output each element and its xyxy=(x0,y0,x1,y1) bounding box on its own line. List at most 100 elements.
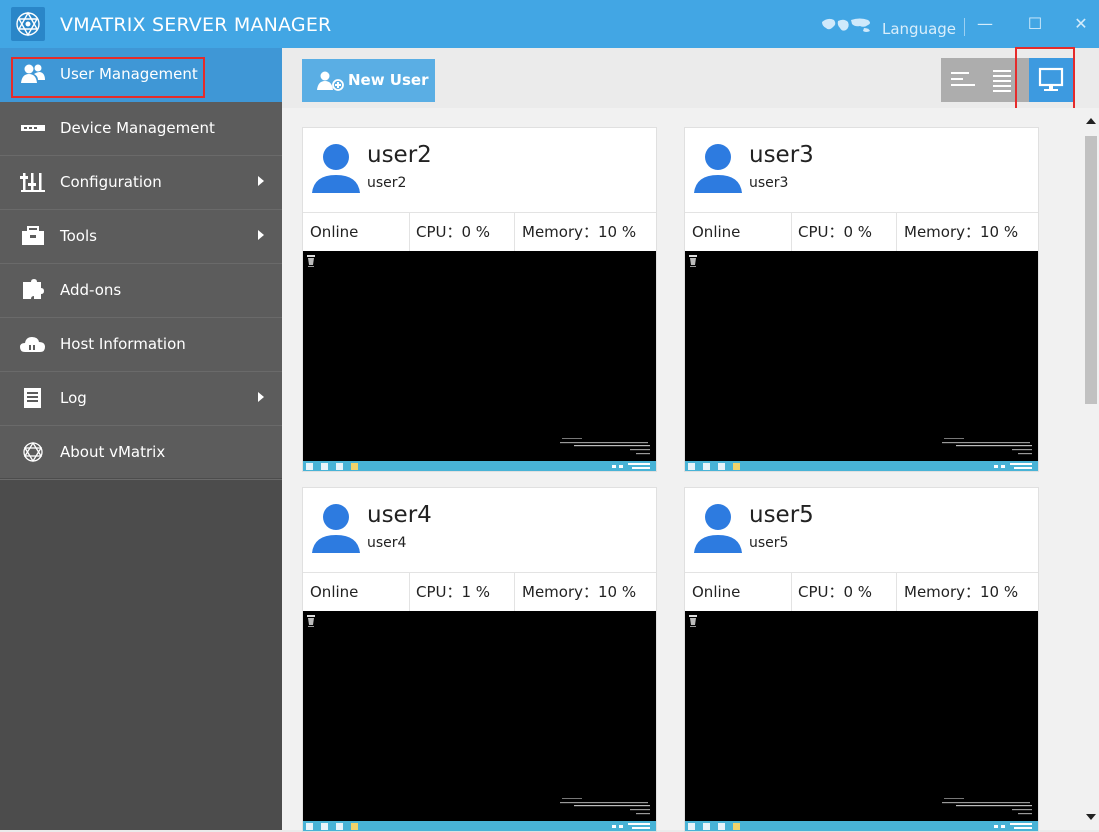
memory-value: 10 % xyxy=(598,583,637,601)
user-card-user5[interactable]: user5 user5 Online CPU：0 % Memory：10 % xyxy=(684,487,1039,832)
list-view-button[interactable] xyxy=(941,58,985,102)
sliders-icon xyxy=(20,173,45,192)
chevron-right-icon xyxy=(258,176,264,186)
recycle-bin-icon xyxy=(689,615,697,627)
start-icon xyxy=(306,463,313,470)
stats-divider xyxy=(791,213,792,251)
sidebar-item-host-information[interactable]: Host Information xyxy=(0,318,282,372)
taskbar-app-icon xyxy=(321,463,328,470)
memory-label: Memory： xyxy=(904,223,981,241)
remote-screen-thumbnail[interactable] xyxy=(685,611,1038,831)
device-icon xyxy=(21,125,45,131)
status-text: Online xyxy=(310,583,359,601)
sidebar-item-about-vmatrix[interactable]: About vMatrix xyxy=(0,426,282,480)
cpu-value: 0 % xyxy=(843,583,873,601)
sidebar-item-configuration[interactable]: Configuration xyxy=(0,156,282,210)
cloud-icon xyxy=(20,337,45,352)
cpu-value: 0 % xyxy=(461,223,491,241)
stats-divider xyxy=(409,213,410,251)
scrollbar-thumb[interactable] xyxy=(1085,136,1097,404)
close-button[interactable]: ✕ xyxy=(1068,12,1094,36)
scroll-up-arrow-icon[interactable] xyxy=(1086,118,1096,124)
taskbar-app-icon xyxy=(321,823,328,830)
sidebar: User Management Device Management Config… xyxy=(0,48,282,830)
scroll-down-arrow-icon[interactable] xyxy=(1086,814,1096,820)
scrollbar[interactable] xyxy=(1082,112,1099,830)
recycle-bin-icon xyxy=(307,615,315,627)
language-selector[interactable]: Language xyxy=(882,20,956,38)
desktop-watermark xyxy=(560,438,650,455)
sidebar-item-label: Log xyxy=(60,389,87,407)
system-tray xyxy=(994,463,1032,469)
cpu-value: 1 % xyxy=(461,583,491,601)
user-card-user3[interactable]: user3 user3 Online CPU：0 % Memory：10 % xyxy=(684,127,1039,472)
taskbar-app-icon xyxy=(718,463,725,470)
user-account: user2 xyxy=(367,175,407,191)
user-avatar-icon xyxy=(694,144,742,193)
cpu-stat: CPU：0 % xyxy=(798,213,872,251)
memory-label: Memory： xyxy=(522,583,599,601)
taskbar-app-icon xyxy=(336,463,343,470)
taskbar-app-icon xyxy=(703,823,710,830)
user-stats: Online CPU：0 % Memory：10 % xyxy=(685,212,1038,251)
maximize-button[interactable]: ☐ xyxy=(1022,12,1048,36)
status-text: Online xyxy=(692,223,741,241)
user-name: user3 xyxy=(749,142,814,168)
user-name: user5 xyxy=(749,502,814,528)
minimize-button[interactable]: — xyxy=(972,12,998,36)
memory-label: Memory： xyxy=(522,223,599,241)
sidebar-item-label: About vMatrix xyxy=(60,443,166,461)
memory-stat: Memory：10 % xyxy=(904,213,1018,251)
memory-stat: Memory：10 % xyxy=(522,573,636,611)
remote-screen-thumbnail[interactable] xyxy=(303,611,656,831)
new-user-label: New User xyxy=(348,71,429,89)
recycle-bin-icon xyxy=(307,255,315,267)
sidebar-empty-area xyxy=(0,478,282,830)
sidebar-item-add-ons[interactable]: Add-ons xyxy=(0,264,282,318)
memory-label: Memory： xyxy=(904,583,981,601)
remote-taskbar xyxy=(303,461,656,471)
remote-screen-thumbnail[interactable] xyxy=(303,251,656,471)
user-account: user4 xyxy=(367,535,407,551)
sidebar-item-label: Add-ons xyxy=(60,281,122,299)
stats-divider xyxy=(514,573,515,611)
sidebar-item-label: Tools xyxy=(60,227,97,245)
world-map-icon[interactable] xyxy=(820,16,874,34)
app-title: VMATRIX SERVER MANAGER xyxy=(60,14,332,36)
desktop-watermark xyxy=(942,798,1032,815)
user-avatar-icon xyxy=(312,144,360,193)
memory-stat: Memory：10 % xyxy=(522,213,636,251)
user-card-user2[interactable]: user2 user2 Online CPU：0 % Memory：10 % xyxy=(302,127,657,472)
add-user-icon xyxy=(317,71,344,91)
sidebar-item-device-management[interactable]: Device Management xyxy=(0,102,282,156)
remote-screen-thumbnail[interactable] xyxy=(685,251,1038,471)
highlight-box xyxy=(11,57,205,98)
title-divider xyxy=(964,18,965,36)
status-text: Online xyxy=(310,223,359,241)
cpu-stat: CPU：0 % xyxy=(416,213,490,251)
highlight-box xyxy=(1015,47,1075,110)
cpu-value: 0 % xyxy=(843,223,873,241)
user-stats: Online CPU：0 % Memory：10 % xyxy=(685,572,1038,611)
sidebar-item-tools[interactable]: Tools xyxy=(0,210,282,264)
new-user-button[interactable]: New User xyxy=(302,59,435,102)
recycle-bin-icon xyxy=(689,255,697,267)
user-account: user5 xyxy=(749,535,789,551)
title-bar: VMATRIX SERVER MANAGER Language — ☐ ✕ xyxy=(0,0,1099,48)
list-view-icon xyxy=(951,72,975,86)
sidebar-item-log[interactable]: Log xyxy=(0,372,282,426)
folder-icon xyxy=(351,463,358,470)
user-avatar-icon xyxy=(312,504,360,553)
sidebar-item-label: Host Information xyxy=(60,335,186,353)
user-stats: Online CPU：0 % Memory：10 % xyxy=(303,212,656,251)
stats-divider xyxy=(514,213,515,251)
user-card-user4[interactable]: user4 user4 Online CPU：1 % Memory：10 % xyxy=(302,487,657,832)
toolbox-icon xyxy=(22,226,44,245)
stats-divider xyxy=(409,573,410,611)
user-stats: Online CPU：1 % Memory：10 % xyxy=(303,572,656,611)
stats-divider xyxy=(896,573,897,611)
cpu-label: CPU： xyxy=(416,223,462,241)
log-icon xyxy=(24,388,41,408)
start-icon xyxy=(306,823,313,830)
status-text: Online xyxy=(692,583,741,601)
